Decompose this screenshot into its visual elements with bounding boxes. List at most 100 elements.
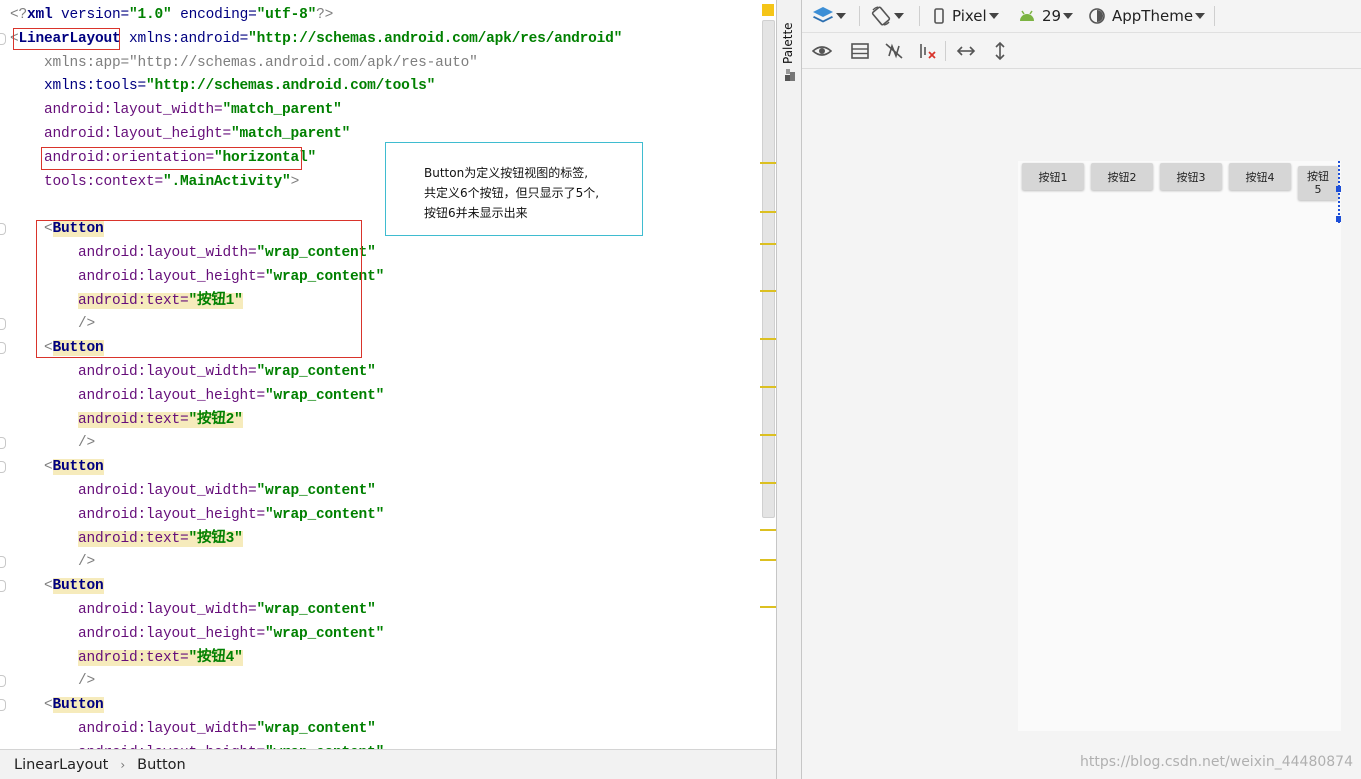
- device-preview-canvas[interactable]: 按钮1 按钮2 按钮3 按钮4 按钮 5: [1018, 161, 1341, 731]
- inspection-status-icon[interactable]: [762, 4, 774, 16]
- code-line[interactable]: />: [10, 669, 95, 693]
- fold-marker[interactable]: [0, 342, 6, 355]
- code-line[interactable]: />: [10, 312, 95, 336]
- scroll-marker[interactable]: [760, 606, 776, 608]
- code-line[interactable]: android:text="按钮2": [10, 408, 243, 432]
- resize-handle[interactable]: [1336, 186, 1341, 192]
- code-token: android:layout_width=: [10, 721, 257, 737]
- code-token: "http://schemas.android.com/apk/res-auto…: [129, 54, 478, 71]
- scroll-marker[interactable]: [760, 243, 776, 245]
- palette-icon[interactable]: [784, 68, 796, 82]
- code-line[interactable]: <Button: [10, 217, 104, 241]
- code-line[interactable]: android:layout_width="wrap_content": [10, 717, 376, 741]
- code-token: android:layout_width=: [10, 602, 257, 618]
- fold-marker[interactable]: [0, 223, 6, 236]
- code-line[interactable]: android:layout_width="wrap_content": [10, 479, 376, 503]
- code-token: xml: [27, 7, 53, 23]
- code-line[interactable]: <Button: [10, 336, 104, 360]
- api-level-selector[interactable]: 29: [1018, 4, 1074, 28]
- fold-marker[interactable]: [0, 437, 6, 450]
- preview-button-2[interactable]: 按钮2: [1091, 163, 1153, 190]
- code-line[interactable]: <Button: [10, 574, 104, 598]
- scroll-marker[interactable]: [760, 559, 776, 561]
- code-token: tools:context=: [10, 173, 164, 190]
- layout-design-panel: Pixel 29 AppTheme 按钮1 按钮2 按钮3 按钮4 按钮 5 h…: [802, 0, 1361, 779]
- code-line[interactable]: android:layout_width="wrap_content": [10, 598, 376, 622]
- code-token: ".MainActivity": [163, 173, 291, 190]
- scroll-marker[interactable]: [760, 290, 776, 292]
- preview-button-4[interactable]: 按钮4: [1229, 163, 1291, 190]
- code-token: <: [10, 459, 53, 476]
- scroll-marker[interactable]: [760, 211, 776, 213]
- fold-marker[interactable]: [0, 461, 6, 474]
- annotation-line-2: 共定义6个按钮，但只显示了5个,: [424, 186, 600, 200]
- code-line[interactable]: android:layout_height="wrap_content": [10, 622, 384, 646]
- code-line[interactable]: <?xml version="1.0" encoding="utf-8"?>: [10, 3, 333, 27]
- scroll-marker[interactable]: [760, 529, 776, 531]
- code-line[interactable]: android:layout_height="wrap_content": [10, 741, 384, 749]
- breadcrumb-item-linearlayout[interactable]: LinearLayout: [14, 757, 108, 773]
- code-line[interactable]: xmlns:app="http://schemas.android.com/ap…: [10, 51, 478, 75]
- code-line[interactable]: tools:context=".MainActivity">: [10, 170, 299, 194]
- code-line[interactable]: android:layout_height="match_parent": [10, 122, 350, 146]
- eye-icon[interactable]: [812, 41, 832, 61]
- code-line[interactable]: android:layout_width="wrap_content": [10, 241, 376, 265]
- xml-code-editor[interactable]: <?xml version="1.0" encoding="utf-8"?> <L…: [0, 0, 776, 749]
- breadcrumb-item-button[interactable]: Button: [137, 757, 186, 773]
- breadcrumb: LinearLayout › Button: [0, 749, 800, 779]
- code-line[interactable]: />: [10, 431, 95, 455]
- expand-vertical-icon[interactable]: [990, 41, 1010, 61]
- fold-marker[interactable]: [0, 318, 6, 331]
- annotation-callout: Button为定义按钮视图的标签, 共定义6个按钮，但只显示了5个, 按钮6并未…: [385, 142, 643, 236]
- expand-horizontal-icon[interactable]: [956, 41, 976, 61]
- orientation-button[interactable]: [870, 4, 904, 28]
- clear-constraints-icon[interactable]: [918, 41, 938, 61]
- code-line[interactable]: android:orientation="horizontal": [10, 146, 316, 170]
- scroll-marker[interactable]: [760, 434, 776, 436]
- preview-button-3[interactable]: 按钮3: [1160, 163, 1222, 190]
- scroll-marker[interactable]: [760, 162, 776, 164]
- scroll-marker[interactable]: [760, 482, 776, 484]
- autoconnect-off-icon[interactable]: [884, 41, 904, 61]
- android-icon: [1020, 10, 1034, 21]
- code-line[interactable]: />: [10, 550, 95, 574]
- scroll-marker[interactable]: [760, 386, 776, 388]
- device-selector[interactable]: Pixel: [932, 4, 999, 28]
- code-line[interactable]: android:text="按钮1": [10, 289, 243, 313]
- palette-tab[interactable]: Palette: [781, 22, 795, 64]
- code-token: "wrap_content": [265, 387, 385, 404]
- code-line[interactable]: xmlns:tools="http://schemas.android.com/…: [10, 74, 435, 98]
- annotation-line-3: 按钮6并未显示出来: [424, 206, 528, 220]
- code-line[interactable]: android:text="按钮4": [10, 646, 243, 670]
- preview-button-1[interactable]: 按钮1: [1022, 163, 1084, 190]
- design-surface-button[interactable]: [812, 4, 846, 28]
- code-line[interactable]: android:layout_width="match_parent": [10, 98, 342, 122]
- fold-marker[interactable]: [0, 699, 6, 712]
- preview-button-5-line-1: 按钮: [1307, 170, 1329, 183]
- code-line[interactable]: android:layout_height="wrap_content": [10, 384, 384, 408]
- fold-marker[interactable]: [0, 675, 6, 688]
- scroll-marker[interactable]: [760, 338, 776, 340]
- blueprint-icon[interactable]: [850, 41, 870, 61]
- code-line[interactable]: android:layout_height="wrap_content": [10, 265, 384, 289]
- code-line[interactable]: android:layout_width="wrap_content": [10, 360, 376, 384]
- code-line[interactable]: <LinearLayout xmlns:android="http://sche…: [10, 27, 622, 51]
- theme-selector[interactable]: AppTheme: [1088, 4, 1206, 28]
- vertical-scrollbar[interactable]: [762, 20, 775, 518]
- code-line[interactable]: android:layout_height="wrap_content": [10, 503, 384, 527]
- code-token: />: [10, 435, 96, 452]
- code-token: android:text=: [78, 292, 189, 309]
- preview-button-5[interactable]: 按钮 5: [1298, 166, 1338, 200]
- code-line[interactable]: <Button: [10, 455, 104, 479]
- code-line[interactable]: <Button: [10, 693, 104, 717]
- fold-marker[interactable]: [0, 32, 6, 45]
- code-line[interactable]: android:text="按钮3": [10, 527, 243, 551]
- code-token: "1.0": [129, 7, 172, 23]
- resize-handle[interactable]: [1336, 216, 1341, 222]
- code-token: xmlns:tools=: [10, 78, 147, 95]
- code-token: android:text=: [78, 649, 189, 666]
- fold-marker[interactable]: [0, 580, 6, 593]
- code-token: "match_parent": [222, 102, 342, 119]
- fold-marker[interactable]: [0, 556, 6, 569]
